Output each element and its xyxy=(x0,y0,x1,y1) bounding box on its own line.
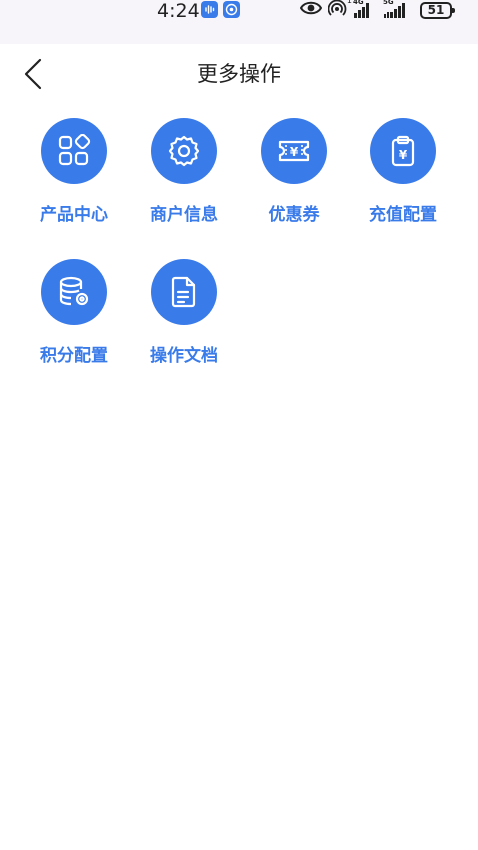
net-4g-label: 4G xyxy=(353,0,364,6)
voice-app-icon xyxy=(201,1,218,18)
nav-bar: 更多操作 xyxy=(0,44,478,102)
battery-icon: 51 xyxy=(420,1,455,19)
action-merchant-info[interactable]: 商户信息 xyxy=(134,118,234,225)
gear-icon xyxy=(151,118,217,184)
signal-5g-icon: 5G xyxy=(383,0,414,18)
action-label: 优惠券 xyxy=(268,205,320,225)
action-label: 商户信息 xyxy=(150,205,218,225)
svg-text:¥: ¥ xyxy=(290,145,299,159)
compass-app-icon xyxy=(223,1,240,18)
hotspot-icon: 1 xyxy=(327,0,352,21)
page-title: 更多操作 xyxy=(197,62,281,86)
action-product-center[interactable]: 产品中心 xyxy=(24,118,124,225)
database-gear-icon xyxy=(41,259,107,325)
action-label: 操作文档 xyxy=(150,346,218,366)
status-indicators: 1 4G 5G 51 xyxy=(299,0,455,21)
svg-text:¥: ¥ xyxy=(399,148,408,162)
status-time: 4:24 xyxy=(157,0,200,22)
eye-icon xyxy=(299,0,323,20)
signal-4g-icon: 4G xyxy=(353,0,378,18)
action-label: 产品中心 xyxy=(40,205,108,225)
action-recharge-config[interactable]: ¥ 充值配置 xyxy=(353,118,453,225)
action-points-config[interactable]: 积分配置 xyxy=(24,259,124,366)
action-operation-docs[interactable]: 操作文档 xyxy=(134,259,234,366)
product-grid-icon xyxy=(41,118,107,184)
action-label: 积分配置 xyxy=(40,346,108,366)
coupon-icon: ¥ xyxy=(261,118,327,184)
action-coupon[interactable]: ¥ 优惠券 xyxy=(244,118,344,225)
status-bar: 4:24 1 4G 5G 51 xyxy=(0,0,478,44)
hotspot-count: 1 xyxy=(346,0,352,5)
clipboard-yen-icon: ¥ xyxy=(370,118,436,184)
document-icon xyxy=(151,259,217,325)
action-label: 充值配置 xyxy=(369,205,437,225)
net-5g-label: 5G xyxy=(383,0,394,6)
